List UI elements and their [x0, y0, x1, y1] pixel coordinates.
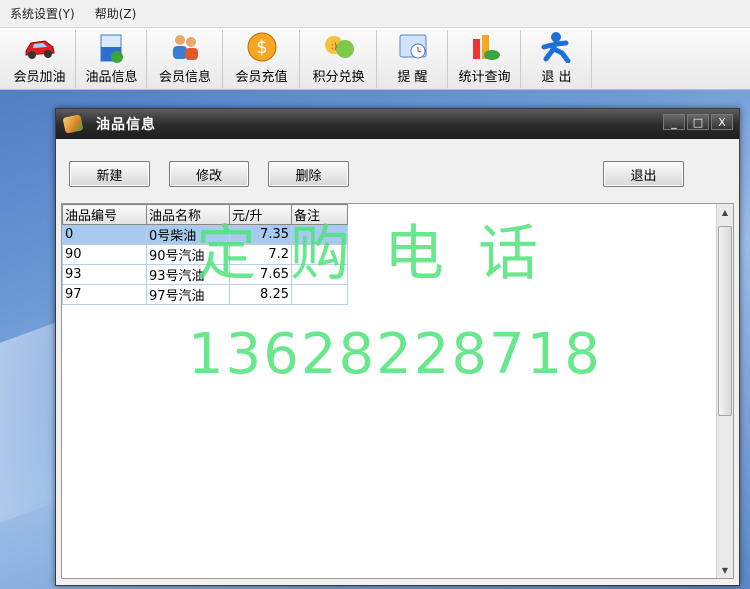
toolbar-label: 会员充值	[235, 70, 288, 85]
new-button[interactable]: 新建	[69, 161, 150, 187]
main-toolbar: 会员加油 油品信息 会员信息 $ 会员充值:) 积分兑换 提 醒 统计查询 退…	[0, 28, 750, 90]
cell-name[interactable]: 97号汽油	[146, 284, 230, 305]
svg-text::): :)	[330, 42, 337, 52]
menu-help[interactable]: 帮助(Z)	[91, 3, 141, 24]
column-header-code[interactable]: 油品编号	[62, 204, 147, 225]
delete-button[interactable]: 删除	[268, 161, 349, 187]
points-exchange-icon: :)	[322, 31, 356, 63]
edit-button[interactable]: 修改	[169, 161, 249, 187]
menu-bar: 系统设置(Y) 帮助(Z)	[0, 0, 750, 28]
window-title: 油品信息	[96, 117, 156, 133]
exit-button[interactable]: 退 出	[522, 30, 592, 88]
cell-name[interactable]: 90号汽油	[146, 244, 230, 265]
vertical-scrollbar[interactable]: ▲ ▼	[716, 204, 733, 578]
menu-system-settings[interactable]: 系统设置(Y)	[6, 3, 79, 24]
table-row[interactable]: 93 93号汽油 7.65	[62, 264, 348, 285]
window-titlebar[interactable]: 油品信息 _ □ X	[56, 109, 739, 139]
close-button[interactable]: X	[711, 114, 733, 130]
toolbar-label: 积分兑换	[312, 70, 365, 85]
column-header-name[interactable]: 油品名称	[146, 204, 230, 225]
cell-name[interactable]: 93号汽油	[146, 264, 230, 285]
cell-note[interactable]	[291, 244, 348, 265]
oil-table: 油品编号 油品名称 元/升 备注 0 0号柴油 7.35 90 90号汽油 7.…	[62, 204, 348, 305]
maximize-button[interactable]: □	[687, 114, 709, 130]
oil-beaker-icon	[95, 31, 129, 63]
toolbar-label: 退 出	[541, 70, 572, 85]
toolbar-label: 会员信息	[158, 70, 211, 85]
toolbar-label: 会员加油	[13, 70, 66, 85]
cell-price[interactable]: 7.65	[229, 264, 292, 285]
cell-price[interactable]: 8.25	[229, 284, 292, 305]
cell-price[interactable]: 7.2	[229, 244, 292, 265]
window-controls: _ □ X	[661, 114, 733, 130]
oil-info-button[interactable]: 油品信息	[77, 30, 147, 88]
table-row[interactable]: 0 0号柴油 7.35	[62, 224, 348, 245]
svg-text:$: $	[256, 37, 267, 58]
table-row[interactable]: 90 90号汽油 7.2	[62, 244, 348, 265]
members-icon	[168, 31, 202, 63]
member-recharge-button[interactable]: $ 会员充值	[224, 30, 300, 88]
minimize-button[interactable]: _	[663, 114, 685, 130]
oil-info-window: 油品信息 _ □ X 新建 修改 删除 退出 油品编号 油品名称 元/升 备注 …	[55, 108, 740, 586]
scroll-down-arrow-icon[interactable]: ▼	[717, 562, 733, 578]
cell-note[interactable]	[291, 284, 348, 305]
scroll-up-arrow-icon[interactable]: ▲	[717, 204, 733, 220]
member-info-button[interactable]: 会员信息	[148, 30, 223, 88]
window-exit-button[interactable]: 退出	[603, 161, 684, 187]
red-car-icon	[23, 31, 57, 63]
column-header-price[interactable]: 元/升	[229, 204, 292, 225]
toolbar-label: 统计查询	[458, 70, 511, 85]
cell-note[interactable]	[291, 224, 348, 245]
member-refuel-button[interactable]: 会员加油	[4, 30, 76, 88]
toolbar-label: 油品信息	[85, 70, 138, 85]
cell-note[interactable]	[291, 264, 348, 285]
reminder-icon	[396, 31, 430, 63]
cell-price[interactable]: 7.35	[229, 224, 292, 245]
oil-grid[interactable]: 油品编号 油品名称 元/升 备注 0 0号柴油 7.35 90 90号汽油 7.…	[61, 203, 734, 579]
column-header-note[interactable]: 备注	[291, 204, 348, 225]
reminder-button[interactable]: 提 醒	[378, 30, 448, 88]
statistics-query-button[interactable]: 统计查询	[449, 30, 521, 88]
cell-code[interactable]: 0	[62, 224, 147, 245]
scroll-thumb[interactable]	[718, 226, 732, 416]
cell-code[interactable]: 90	[62, 244, 147, 265]
points-exchange-button[interactable]: :) 积分兑换	[301, 30, 377, 88]
cell-code[interactable]: 97	[62, 284, 147, 305]
toolbar-label: 提 醒	[397, 70, 428, 85]
exit-person-icon	[540, 31, 574, 64]
statistics-icon	[468, 31, 502, 63]
table-row[interactable]: 97 97号汽油 8.25	[62, 284, 348, 305]
oil-window-icon	[62, 114, 84, 134]
cell-name[interactable]: 0号柴油	[146, 224, 230, 245]
coin-recharge-icon: $	[245, 31, 279, 63]
cell-code[interactable]: 93	[62, 264, 147, 285]
